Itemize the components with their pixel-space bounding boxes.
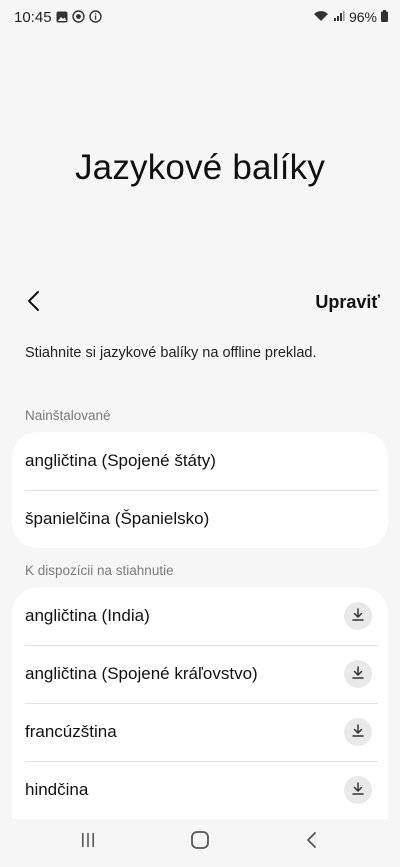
available-section-header: K dispozícii na stiahnutie: [25, 563, 174, 578]
status-icons-left: [56, 10, 102, 28]
available-item-label: angličtina (Spojené kráľovstvo): [25, 664, 258, 683]
gallery-icon: [56, 10, 68, 28]
download-button[interactable]: [344, 718, 372, 746]
installed-item[interactable]: angličtina (Spojené štáty): [12, 432, 388, 490]
available-item-label: angličtina (India): [25, 606, 150, 625]
signal-icon: [333, 9, 345, 25]
navigation-bar: [0, 818, 400, 867]
edit-button[interactable]: Upraviť: [315, 292, 380, 313]
available-item[interactable]: angličtina (Spojené kráľovstvo): [12, 645, 388, 703]
available-list: angličtina (India) angličtina (Spojené k…: [12, 587, 388, 819]
available-item[interactable]: hindčina: [12, 761, 388, 819]
available-item[interactable]: francúzština: [12, 703, 388, 761]
installed-section-header: Nainštalované: [25, 408, 111, 423]
home-button[interactable]: [185, 830, 215, 854]
available-item-label: hindčina: [25, 780, 89, 799]
download-icon: [352, 722, 364, 742]
battery-level: 96%: [348, 9, 377, 25]
description-text: Stiahnite si jazykové balíky na offline …: [25, 345, 317, 361]
installed-item-label: angličtina (Spojené štáty): [25, 451, 216, 470]
download-icon: [352, 664, 364, 684]
installed-item[interactable]: španielčina (Španielsko): [12, 490, 388, 548]
available-item-label: francúzština: [25, 722, 117, 741]
wifi-icon: [313, 9, 329, 25]
status-time: 10:45: [14, 9, 52, 26]
download-button[interactable]: [344, 602, 372, 630]
battery-icon: [381, 9, 388, 25]
back-icon: [305, 831, 319, 854]
download-button[interactable]: [344, 776, 372, 804]
download-button[interactable]: [344, 660, 372, 688]
back-button[interactable]: [18, 286, 48, 320]
recent-apps-button[interactable]: [73, 830, 103, 854]
nav-back-button[interactable]: [297, 830, 327, 854]
installed-item-label: španielčina (Španielsko): [25, 509, 210, 528]
status-bar: 10:45 96%: [0, 0, 400, 36]
page-title: Jazykové balíky: [74, 148, 326, 187]
download-icon: [352, 606, 364, 626]
sync-icon: [72, 10, 85, 28]
download-icon: [352, 780, 364, 800]
status-icons-right: 96%: [313, 9, 388, 25]
home-icon: [190, 830, 210, 855]
back-arrow-icon: [26, 290, 40, 317]
available-item[interactable]: angličtina (India): [12, 587, 388, 645]
info-icon: [89, 10, 102, 28]
recent-apps-icon: [79, 831, 97, 854]
installed-list: angličtina (Spojené štáty) španielčina (…: [12, 432, 388, 548]
